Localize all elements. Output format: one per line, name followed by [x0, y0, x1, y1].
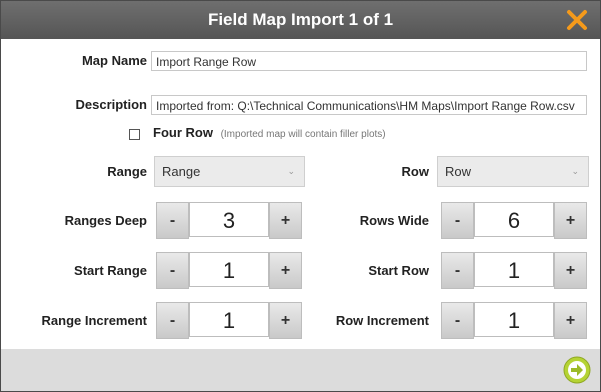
range-select-value: Range: [162, 164, 201, 179]
start-row-decrement-button[interactable]: -: [441, 252, 474, 289]
start-range-increment-button[interactable]: +: [269, 252, 302, 289]
start-range-label: Start Range: [74, 263, 147, 278]
row-select-value: Row: [445, 164, 472, 179]
range-increment-stepper: - 1 +: [156, 302, 302, 339]
ranges-deep-label: Ranges Deep: [64, 213, 147, 228]
rows-wide-value[interactable]: 6: [474, 202, 554, 237]
arrow-right-circle-icon[interactable]: [563, 356, 591, 384]
description-label: Description: [75, 97, 147, 112]
range-select[interactable]: Range ⌄: [154, 156, 305, 187]
row-increment-stepper: - 1 +: [441, 302, 587, 339]
close-icon[interactable]: [564, 7, 590, 33]
range-increment-value[interactable]: 1: [189, 302, 269, 337]
map-name-input[interactable]: Import Range Row: [151, 51, 587, 71]
dialog-titlebar: Field Map Import 1 of 1: [1, 1, 600, 39]
description-input[interactable]: Imported from: Q:\Technical Communicatio…: [151, 95, 587, 115]
row-label: Row: [401, 164, 429, 179]
start-row-label: Start Row: [368, 263, 429, 278]
range-label: Range: [107, 164, 147, 179]
rows-wide-label: Rows Wide: [359, 213, 429, 228]
ranges-deep-decrement-button[interactable]: -: [156, 202, 189, 239]
start-range-decrement-button[interactable]: -: [156, 252, 189, 289]
map-name-label: Map Name: [81, 53, 147, 68]
row-select[interactable]: Row ⌄: [437, 156, 589, 187]
four-row-label: Four Row: [153, 125, 213, 140]
rows-wide-stepper: - 6 +: [441, 202, 587, 239]
ranges-deep-stepper: - 3 +: [156, 202, 302, 239]
start-range-value[interactable]: 1: [189, 252, 269, 287]
ranges-deep-value[interactable]: 3: [189, 202, 269, 237]
start-row-value[interactable]: 1: [474, 252, 554, 287]
range-increment-decrement-button[interactable]: -: [156, 302, 189, 339]
rows-wide-increment-button[interactable]: +: [554, 202, 587, 239]
dialog-footer: [1, 349, 600, 391]
range-increment-increment-button[interactable]: +: [269, 302, 302, 339]
field-map-import-dialog: Field Map Import 1 of 1 Map Name Import …: [0, 0, 601, 392]
chevron-down-icon: ⌄: [287, 166, 295, 176]
rows-wide-decrement-button[interactable]: -: [441, 202, 474, 239]
row-increment-increment-button[interactable]: +: [554, 302, 587, 339]
start-row-increment-button[interactable]: +: [554, 252, 587, 289]
row-increment-value[interactable]: 1: [474, 302, 554, 337]
ranges-deep-increment-button[interactable]: +: [269, 202, 302, 239]
four-row-checkbox[interactable]: [129, 129, 140, 140]
four-row-note: (Imported map will contain filler plots): [220, 129, 386, 140]
row-increment-decrement-button[interactable]: -: [441, 302, 474, 339]
range-increment-label: Range Increment: [41, 313, 147, 328]
start-range-stepper: - 1 +: [156, 252, 302, 289]
dialog-title: Field Map Import 1 of 1: [207, 10, 394, 29]
chevron-down-icon: ⌄: [571, 166, 579, 176]
row-increment-label: Row Increment: [335, 313, 429, 328]
start-row-stepper: - 1 +: [441, 252, 587, 289]
